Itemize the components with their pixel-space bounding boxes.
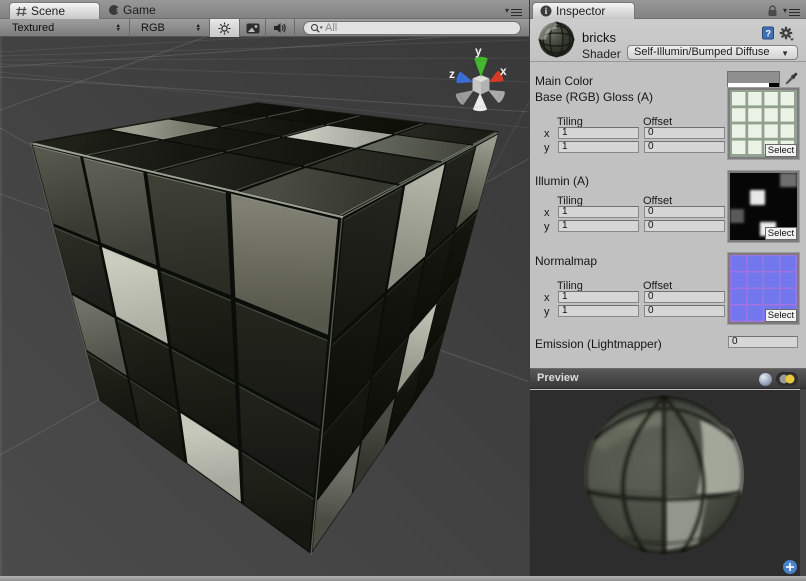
svg-text:z: z [449, 67, 455, 81]
svg-text:y: y [475, 44, 482, 58]
svg-text:x: x [500, 64, 507, 78]
